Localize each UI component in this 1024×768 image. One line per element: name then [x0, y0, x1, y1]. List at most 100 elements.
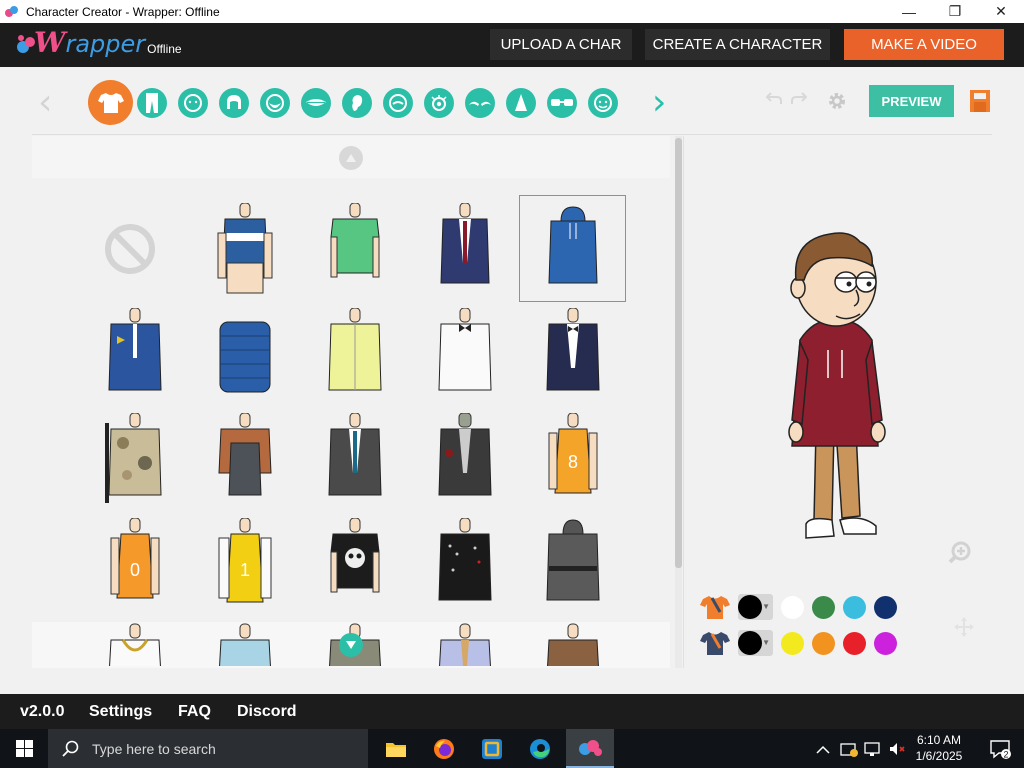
grid-item-grey-robe[interactable]: [520, 511, 625, 616]
primary-color-row: ▼: [700, 594, 905, 620]
wrapper-taskbar-icon[interactable]: [566, 729, 614, 768]
grid-item-none[interactable]: [77, 196, 182, 301]
nose-icon[interactable]: [383, 88, 413, 118]
grid-item-yellow-shirt[interactable]: [302, 301, 407, 406]
police-uniform-icon: [107, 307, 162, 390]
grid-item-camo-jacket[interactable]: [82, 406, 187, 511]
toolbar-divider: [32, 134, 992, 135]
color-swatch-white[interactable]: [781, 595, 804, 619]
grid-item-zombie-suit[interactable]: [412, 406, 517, 511]
grid-item-striped-polo[interactable]: [192, 196, 297, 301]
ear-icon[interactable]: [342, 88, 372, 118]
secondary-color-picker[interactable]: ▼: [738, 630, 773, 656]
color-swatch-cyan[interactable]: [843, 595, 866, 619]
security-warning-icon[interactable]: [840, 741, 858, 757]
grid-item-white-shirt-bowtie[interactable]: [412, 301, 517, 406]
color-swatch-green[interactable]: [812, 595, 835, 619]
grid-item-skull-tshirt[interactable]: [302, 511, 407, 616]
upload-char-button[interactable]: UPLOAD A CHAR: [490, 29, 632, 60]
grid-scrollbar[interactable]: [675, 136, 682, 668]
grid-item-gold-chain-shirt[interactable]: [82, 616, 187, 668]
prev-category-icon[interactable]: ‹: [38, 85, 52, 121]
puffer-jacket-icon: [219, 321, 270, 392]
scroll-down-icon[interactable]: [339, 633, 363, 657]
white-shirt-bowtie-icon: [437, 307, 492, 390]
firefox-icon[interactable]: [420, 729, 468, 768]
make-video-button[interactable]: MAKE A VIDEO: [844, 29, 1004, 60]
faq-link[interactable]: FAQ: [178, 703, 211, 721]
create-character-button[interactable]: CREATE A CHARACTER: [645, 29, 830, 60]
grid-item-brown-overalls[interactable]: [192, 406, 297, 511]
close-button[interactable]: ✕: [978, 0, 1024, 23]
restore-button[interactable]: ❐: [932, 0, 978, 23]
app-footer: v2.0.0 Settings FAQ Discord: [0, 694, 1024, 729]
lavender-jacket-icon: [438, 623, 491, 666]
minimize-button[interactable]: —: [886, 0, 932, 23]
preview-button[interactable]: PREVIEW: [869, 85, 954, 117]
eyes-icon[interactable]: [424, 88, 454, 118]
green-tshirt-icon: [329, 202, 380, 277]
grid-item-police-uniform[interactable]: [82, 301, 187, 406]
shirt-icon[interactable]: [88, 80, 133, 125]
redo-icon[interactable]: [791, 91, 807, 105]
edge-icon[interactable]: [516, 729, 564, 768]
grid-item-tuxedo[interactable]: [520, 301, 625, 406]
logo-w: W: [34, 26, 66, 59]
color-swatch-magenta[interactable]: [874, 631, 897, 655]
grid-item-brown-coat[interactable]: [520, 616, 625, 668]
search-placeholder: Type here to search: [92, 740, 216, 757]
grid-item-light-blue-shirt[interactable]: [192, 616, 297, 668]
glasses-icon[interactable]: [547, 88, 577, 118]
taskbar-search-box[interactable]: Type here to search: [48, 729, 368, 768]
color-swatch-orange[interactable]: [812, 631, 835, 655]
grid-item-orange-jersey-8[interactable]: 8: [520, 406, 625, 511]
grid-item-lavender-jacket[interactable]: [412, 616, 517, 668]
settings-gear-icon[interactable]: [826, 90, 848, 112]
grid-item-blue-hoodie[interactable]: [519, 195, 626, 302]
start-button[interactable]: [0, 729, 48, 768]
next-category-icon[interactable]: ›: [652, 85, 666, 121]
accessory-icon[interactable]: [588, 88, 618, 118]
sticky-app-icon[interactable]: [468, 729, 516, 768]
taskbar-clock[interactable]: 6:10 AM 1/6/2025: [906, 732, 972, 764]
wrapper-logo[interactable]: Wrapper Offline: [16, 29, 182, 57]
hat-icon[interactable]: [506, 88, 536, 118]
grid-item-orange-jersey-0[interactable]: 0: [82, 511, 187, 616]
grid-scrollbar-thumb[interactable]: [675, 138, 682, 568]
beard-icon[interactable]: [260, 88, 290, 118]
grid-item-grey-suit[interactable]: [302, 406, 407, 511]
zoom-in-icon[interactable]: [948, 540, 972, 564]
color-swatch-navy[interactable]: [874, 595, 897, 619]
undo-icon[interactable]: [766, 91, 782, 105]
gold-chain-shirt-icon: [108, 623, 161, 666]
show-hidden-icons-icon[interactable]: [816, 744, 830, 754]
version-label: v2.0.0: [20, 703, 65, 720]
mouth-icon[interactable]: [301, 88, 331, 118]
face-shape-icon[interactable]: [178, 88, 208, 118]
grid-item-green-tshirt[interactable]: [302, 196, 407, 301]
file-explorer-icon[interactable]: [372, 729, 420, 768]
grid-item-puffer-jacket[interactable]: [192, 301, 297, 406]
grid-item-yellow-jersey-1[interactable]: 1: [192, 511, 297, 616]
grid-item-studded-leather-jacket[interactable]: [412, 511, 517, 616]
grid-item-navy-blazer[interactable]: [412, 196, 517, 301]
color-swatch-red[interactable]: [843, 631, 866, 655]
primary-color-picker[interactable]: ▼: [738, 594, 773, 620]
clock-time: 6:10 AM: [916, 733, 962, 747]
eyebrows-icon[interactable]: [465, 88, 495, 118]
notification-center-icon[interactable]: 2: [976, 729, 1024, 768]
notification-count: 2: [1003, 749, 1008, 759]
striped-polo-icon: [217, 202, 272, 293]
color-swatch-yellow[interactable]: [781, 631, 804, 655]
discord-link[interactable]: Discord: [237, 703, 297, 721]
save-icon[interactable]: [969, 89, 991, 113]
network-icon[interactable]: [864, 741, 882, 757]
settings-link[interactable]: Settings: [89, 703, 152, 721]
hair-icon[interactable]: [219, 88, 249, 118]
move-icon[interactable]: [953, 616, 975, 638]
grey-suit-icon: [327, 412, 382, 495]
logo-rapper: rapper: [65, 30, 146, 58]
pants-icon[interactable]: [137, 88, 167, 118]
volume-muted-icon[interactable]: [888, 741, 906, 757]
scroll-up-icon[interactable]: [339, 146, 363, 170]
